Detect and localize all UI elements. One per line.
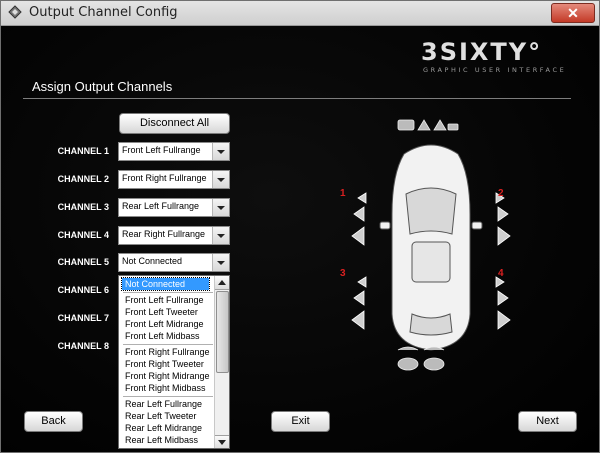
dropdown-option[interactable]: Rear Left Midbass	[121, 434, 219, 446]
channel-label: CHANNEL 3	[57, 202, 109, 212]
brand-logo: 3SIXTY° GRAPHIC USER INTERFACE	[421, 38, 566, 74]
chevron-down-icon[interactable]	[212, 227, 229, 244]
channel-2-select[interactable]: Front Right Fullrange	[118, 170, 230, 189]
speaker-position-label: 1	[340, 188, 346, 199]
channel-2-value: Front Right Fullrange	[122, 173, 207, 183]
dropdown-option[interactable]: Front Left Midrange	[121, 318, 219, 330]
chevron-down-icon[interactable]	[212, 199, 229, 216]
speaker-icon	[351, 192, 367, 330]
channel-1-select[interactable]: Front Left Fullrange	[118, 142, 230, 161]
app-window: Output Channel Config ✕ 3SIXTY° GRAPHIC …	[0, 0, 600, 453]
dropdown-option[interactable]: Front Right Tweeter	[121, 358, 219, 370]
channel-4-value: Rear Right Fullrange	[122, 229, 206, 239]
chevron-down-icon[interactable]	[212, 143, 229, 160]
logo-text: 3SIXTY°	[421, 38, 543, 66]
channel-3-value: Rear Left Fullrange	[122, 201, 200, 211]
dropdown-option[interactable]: Rear Left Fullrange	[121, 398, 219, 410]
channel-5-dropdown-list[interactable]: Not Connected Front Left Fullrange Front…	[118, 275, 230, 449]
next-button[interactable]: Next	[518, 411, 577, 432]
channel-label: CHANNEL 7	[57, 313, 109, 323]
section-title: Assign Output Channels	[32, 79, 173, 94]
close-button[interactable]: ✕	[551, 3, 595, 23]
scroll-up-button[interactable]	[215, 276, 229, 290]
dropdown-option[interactable]: Front Right Fullrange	[121, 346, 219, 358]
window-title: Output Channel Config	[29, 5, 178, 20]
channel-5-select[interactable]: Not Connected	[118, 253, 230, 272]
channel-4-select[interactable]: Rear Right Fullrange	[118, 226, 230, 245]
channel-label: CHANNEL 8	[57, 341, 109, 351]
channel-label: CHANNEL 5	[57, 257, 109, 267]
channel-1-value: Front Left Fullrange	[122, 145, 201, 155]
title-divider	[23, 98, 571, 99]
dropdown-option[interactable]: Rear Left Tweeter	[121, 410, 219, 422]
logo-subtitle: GRAPHIC USER INTERFACE	[423, 66, 567, 74]
dropdown-option[interactable]: Front Left Tweeter	[121, 306, 219, 318]
speaker-position-label: 4	[498, 268, 504, 279]
chevron-up-icon	[218, 280, 226, 285]
channel-label: CHANNEL 6	[57, 285, 109, 295]
main-panel: 3SIXTY° GRAPHIC USER INTERFACE Assign Ou…	[1, 26, 599, 452]
speaker-position-label: 3	[340, 268, 346, 279]
front-speaker-icon	[397, 119, 459, 131]
title-bar[interactable]: Output Channel Config ✕	[1, 1, 599, 26]
dropdown-scrollbar[interactable]	[214, 276, 229, 448]
speaker-icon	[495, 192, 511, 330]
back-button[interactable]: Back	[24, 411, 83, 432]
channel-label: CHANNEL 2	[57, 174, 109, 184]
dropdown-option[interactable]: Front Left Fullrange	[121, 294, 219, 306]
channel-5-value: Not Connected	[122, 256, 183, 266]
dropdown-option[interactable]: Front Right Midrange	[121, 370, 219, 382]
rear-speaker-icon	[397, 346, 445, 371]
dropdown-option[interactable]: Front Right Midbass	[121, 382, 219, 394]
dropdown-separator	[123, 292, 213, 293]
car-speaker-diagram	[351, 119, 511, 371]
channel-label: CHANNEL 4	[57, 230, 109, 240]
disconnect-all-button[interactable]: Disconnect All	[119, 113, 230, 134]
chevron-down-icon[interactable]	[212, 254, 229, 271]
scrollbar-thumb[interactable]	[216, 291, 229, 373]
dropdown-option[interactable]: Rear Left Midrange	[121, 422, 219, 434]
dropdown-separator	[123, 344, 213, 345]
chevron-down-icon[interactable]	[212, 171, 229, 188]
dropdown-separator	[123, 396, 213, 397]
scroll-down-button[interactable]	[215, 435, 229, 448]
dropdown-option[interactable]: Front Left Midbass	[121, 330, 219, 342]
channel-3-select[interactable]: Rear Left Fullrange	[118, 198, 230, 217]
channel-label: CHANNEL 1	[57, 146, 109, 156]
exit-button[interactable]: Exit	[271, 411, 330, 432]
dropdown-option[interactable]: Not Connected	[121, 277, 210, 291]
car-icon	[379, 144, 483, 351]
app-icon	[8, 5, 22, 19]
chevron-down-icon	[218, 440, 226, 445]
speaker-position-label: 2	[498, 188, 504, 199]
